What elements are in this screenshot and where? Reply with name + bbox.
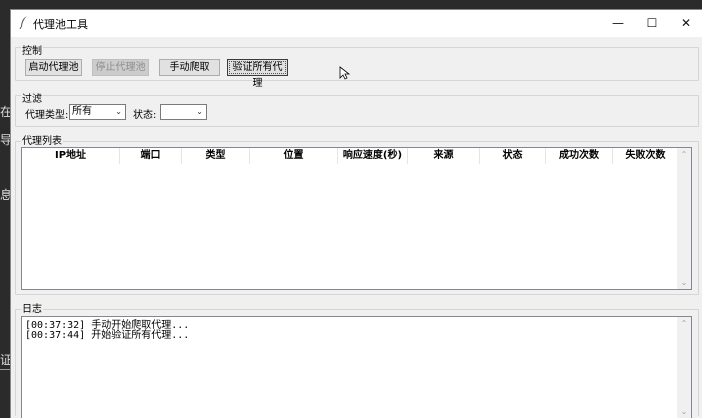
scroll-up-icon[interactable]: ⌃ <box>677 150 691 159</box>
scroll-down-icon[interactable]: ⌄ <box>677 407 691 416</box>
column-header-failure-count[interactable]: 失败次数 <box>613 148 679 164</box>
proxy-list-legend: 代理列表 <box>21 132 63 147</box>
proxy-type-select[interactable]: 所有 ⌄ <box>69 104 126 120</box>
table-scrollbar[interactable]: ⌃ ⌄ <box>677 148 691 289</box>
manual-crawl-button[interactable]: 手动爬取 <box>159 59 220 76</box>
window-title: 代理池工具 <box>33 18 88 31</box>
column-header-type[interactable]: 类型 <box>182 148 250 164</box>
chevron-down-icon: ⌄ <box>115 107 122 116</box>
control-legend: 控制 <box>21 42 43 57</box>
minimize-button[interactable]: — <box>601 10 635 37</box>
title-bar[interactable]: 代理池工具 — ☐ ✕ <box>11 10 702 37</box>
log-text-area[interactable]: [00:37:32] 手动开始爬取代理... [00:37:44] 开始验证所有… <box>21 316 692 418</box>
proxy-type-label: 代理类型: <box>25 110 69 121</box>
log-legend: 日志 <box>21 300 43 315</box>
maximize-button[interactable]: ☐ <box>635 10 669 37</box>
app-window: 代理池工具 — ☐ ✕ 控制 启动代理池 停止代理池 手动爬取 验证所有代理 过… <box>10 9 702 418</box>
proxy-table[interactable]: IP地址 端口 类型 位置 响应速度(秒) 来源 状态 成功次数 失败次数 ⌃ … <box>21 147 692 290</box>
column-header-success-count[interactable]: 成功次数 <box>546 148 613 164</box>
status-label: 状态: <box>133 110 157 121</box>
chevron-down-icon: ⌄ <box>196 107 203 116</box>
column-header-ip[interactable]: IP地址 <box>22 148 120 164</box>
filter-legend: 过滤 <box>21 90 43 105</box>
log-line: [00:37:44] 开始验证所有代理... <box>25 330 190 341</box>
mouse-cursor-icon <box>339 66 351 80</box>
column-header-status[interactable]: 状态 <box>480 148 546 164</box>
stop-pool-button[interactable]: 停止代理池 <box>92 59 149 76</box>
column-header-location[interactable]: 位置 <box>250 148 338 164</box>
scroll-down-icon[interactable]: ⌄ <box>677 278 691 287</box>
column-header-source[interactable]: 来源 <box>408 148 480 164</box>
column-header-response-speed[interactable]: 响应速度(秒) <box>338 148 408 164</box>
start-pool-button[interactable]: 启动代理池 <box>25 59 82 76</box>
feather-icon <box>19 16 27 29</box>
close-button[interactable]: ✕ <box>669 10 702 37</box>
column-header-port[interactable]: 端口 <box>120 148 182 164</box>
verify-all-button[interactable]: 验证所有代理 <box>227 59 288 89</box>
scroll-up-icon[interactable]: ⌃ <box>677 319 691 328</box>
status-select[interactable]: ⌄ <box>160 104 207 120</box>
proxy-type-value: 所有 <box>72 106 92 117</box>
log-scrollbar[interactable]: ⌃ ⌄ <box>677 317 691 418</box>
